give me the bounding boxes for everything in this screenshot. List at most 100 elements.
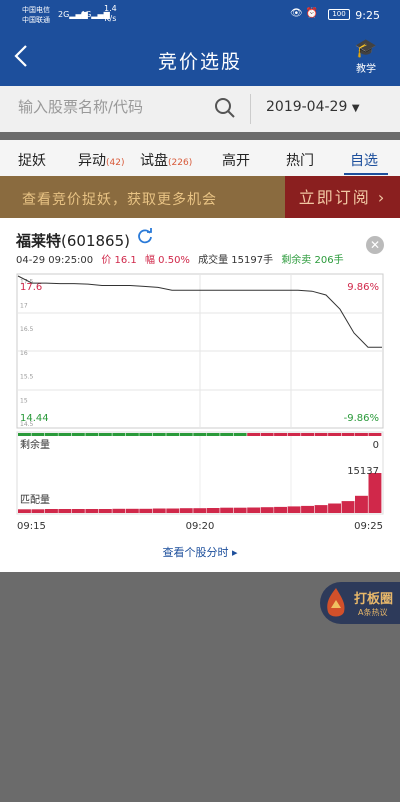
teach-button[interactable]: 🎓 教学 [346, 38, 386, 75]
subscribe-button[interactable]: 立即订阅 › [285, 176, 400, 220]
match-bar [179, 508, 193, 513]
remain-label: 剩余卖 206手 [281, 255, 344, 266]
match-bar [139, 508, 153, 513]
refresh-icon[interactable] [136, 227, 154, 245]
tab-shipan[interactable]: 试盘(226) [140, 150, 192, 170]
match-bar [260, 507, 274, 513]
x-tick-0925: 09:25 [354, 521, 383, 532]
quote-time: 04-29 09:25:00 [16, 255, 94, 266]
search-icon[interactable] [214, 97, 236, 119]
match-bar [166, 508, 180, 513]
remain-bar [301, 433, 314, 436]
remain-bar [45, 433, 58, 436]
network-speed: 1.4 K/s [104, 4, 117, 23]
remain-bar [341, 433, 355, 436]
pct-bottom-label: -9.86% [344, 413, 379, 424]
battery-icon: 100 [328, 9, 350, 20]
remain-bar [328, 433, 341, 436]
carrier-labels: 中国电信 中国联通 [22, 5, 50, 25]
match-bar [206, 508, 220, 513]
tab-zhuoyao[interactable]: 捉妖 [18, 150, 46, 170]
match-bar [247, 507, 261, 513]
pct-top-label: 9.86% [347, 282, 379, 293]
remain-bar [355, 433, 368, 436]
remain-bar [233, 433, 247, 436]
float-button-title: 打板圈 [354, 592, 394, 607]
remain-bar [220, 433, 234, 436]
remain-bar [260, 433, 274, 436]
match-bar [58, 509, 72, 513]
graduation-cap-icon: 🎓 [354, 38, 378, 59]
remain-bar [112, 433, 126, 436]
y-tick-label: 17 [20, 302, 28, 309]
remain-bar [58, 433, 72, 436]
match-bar [152, 508, 166, 513]
float-button-subtitle: A条热议 [358, 608, 388, 617]
auction-chart: 17.51716.51615.51514.5 17.6 14.44 9.86% … [16, 273, 384, 532]
stock-popup: 福莱特(601865) ✕ 04-29 09:25:00 价 16.1 幅 0.… [0, 218, 400, 572]
promo-banner: 查看竞价捉妖，获取更多机会 立即订阅 › [0, 176, 400, 220]
active-tab-indicator [344, 173, 388, 175]
banner-text: 查看竞价捉妖，获取更多机会 [22, 192, 217, 208]
view-intraday-link[interactable]: 查看个股分时 ▸ [0, 544, 400, 560]
remain-bar [247, 433, 261, 436]
tab-gaokai[interactable]: 高开 [222, 150, 250, 170]
match-bar [368, 473, 382, 513]
y-tick-label: 15 [20, 397, 28, 404]
match-bar [341, 501, 355, 513]
match-bar [233, 507, 247, 513]
y-tick-label: 16.5 [20, 326, 34, 333]
x-tick-0920: 09:20 [186, 521, 215, 532]
remain-bar [85, 433, 99, 436]
x-tick-0915: 09:15 [17, 521, 46, 532]
search-input[interactable] [18, 98, 228, 116]
remain-bar [179, 433, 193, 436]
tab-remen[interactable]: 热门 [286, 150, 314, 170]
daban-circle-button[interactable]: 打板圈 A条热议 [320, 582, 400, 624]
match-bar [85, 509, 99, 513]
match-bar [220, 507, 234, 513]
price-top-label: 17.6 [20, 282, 42, 293]
remain-bar [139, 433, 153, 436]
match-bar [112, 508, 126, 513]
carrier-1: 中国电信 [22, 6, 50, 14]
tab-bar: 捉妖 异动(42) 试盘(226) 高开 热门 自选 [0, 140, 400, 176]
remain-bar [206, 433, 220, 436]
divider [250, 94, 251, 124]
match-axis-value: 15137 [347, 466, 379, 477]
change-label: 幅 0.50% [144, 255, 190, 266]
status-bar: 中国电信 中国联通 2G▂▄▆ 4G▂▄▆ 1.4 K/s 👁 ⏰ 100 9:… [0, 0, 400, 30]
price-bottom-label: 14.44 [20, 413, 49, 424]
close-icon[interactable]: ✕ [366, 236, 384, 254]
volume-label: 成交量 15197手 [198, 255, 274, 266]
flame-icon [327, 588, 345, 617]
match-bar [98, 509, 112, 513]
match-bar [45, 509, 58, 513]
remain-bar [98, 433, 112, 436]
date-select[interactable]: 2019-04-29 ▼ [266, 99, 360, 115]
price-label: 价 16.1 [101, 255, 137, 266]
stock-meta: 04-29 09:25:00 价 16.1 幅 0.50% 成交量 15197手… [16, 251, 349, 266]
remain-bar [18, 433, 31, 436]
carrier-2: 中国联通 [22, 16, 50, 24]
stock-name: 福莱特 [16, 232, 62, 250]
remain-bar [125, 433, 139, 436]
remain-bar [287, 433, 301, 436]
stock-title: 福莱特(601865) [16, 230, 130, 251]
remain-bar [71, 433, 85, 436]
match-bar [287, 506, 301, 513]
match-bar [18, 509, 31, 513]
tab-zixuan[interactable]: 自选 [350, 150, 378, 170]
match-bar [125, 508, 139, 513]
match-bar [31, 509, 45, 513]
teach-label: 教学 [356, 64, 376, 75]
remain-bars [18, 433, 382, 436]
tab-yidong[interactable]: 异动(42) [78, 150, 124, 170]
remain-axis-value: 0 [373, 440, 379, 451]
y-tick-label: 15.5 [20, 374, 34, 381]
match-bar [314, 505, 328, 513]
remain-bar [274, 433, 287, 436]
remain-bar [368, 433, 382, 436]
match-bar [71, 509, 85, 513]
y-tick-label: 16 [20, 350, 28, 357]
